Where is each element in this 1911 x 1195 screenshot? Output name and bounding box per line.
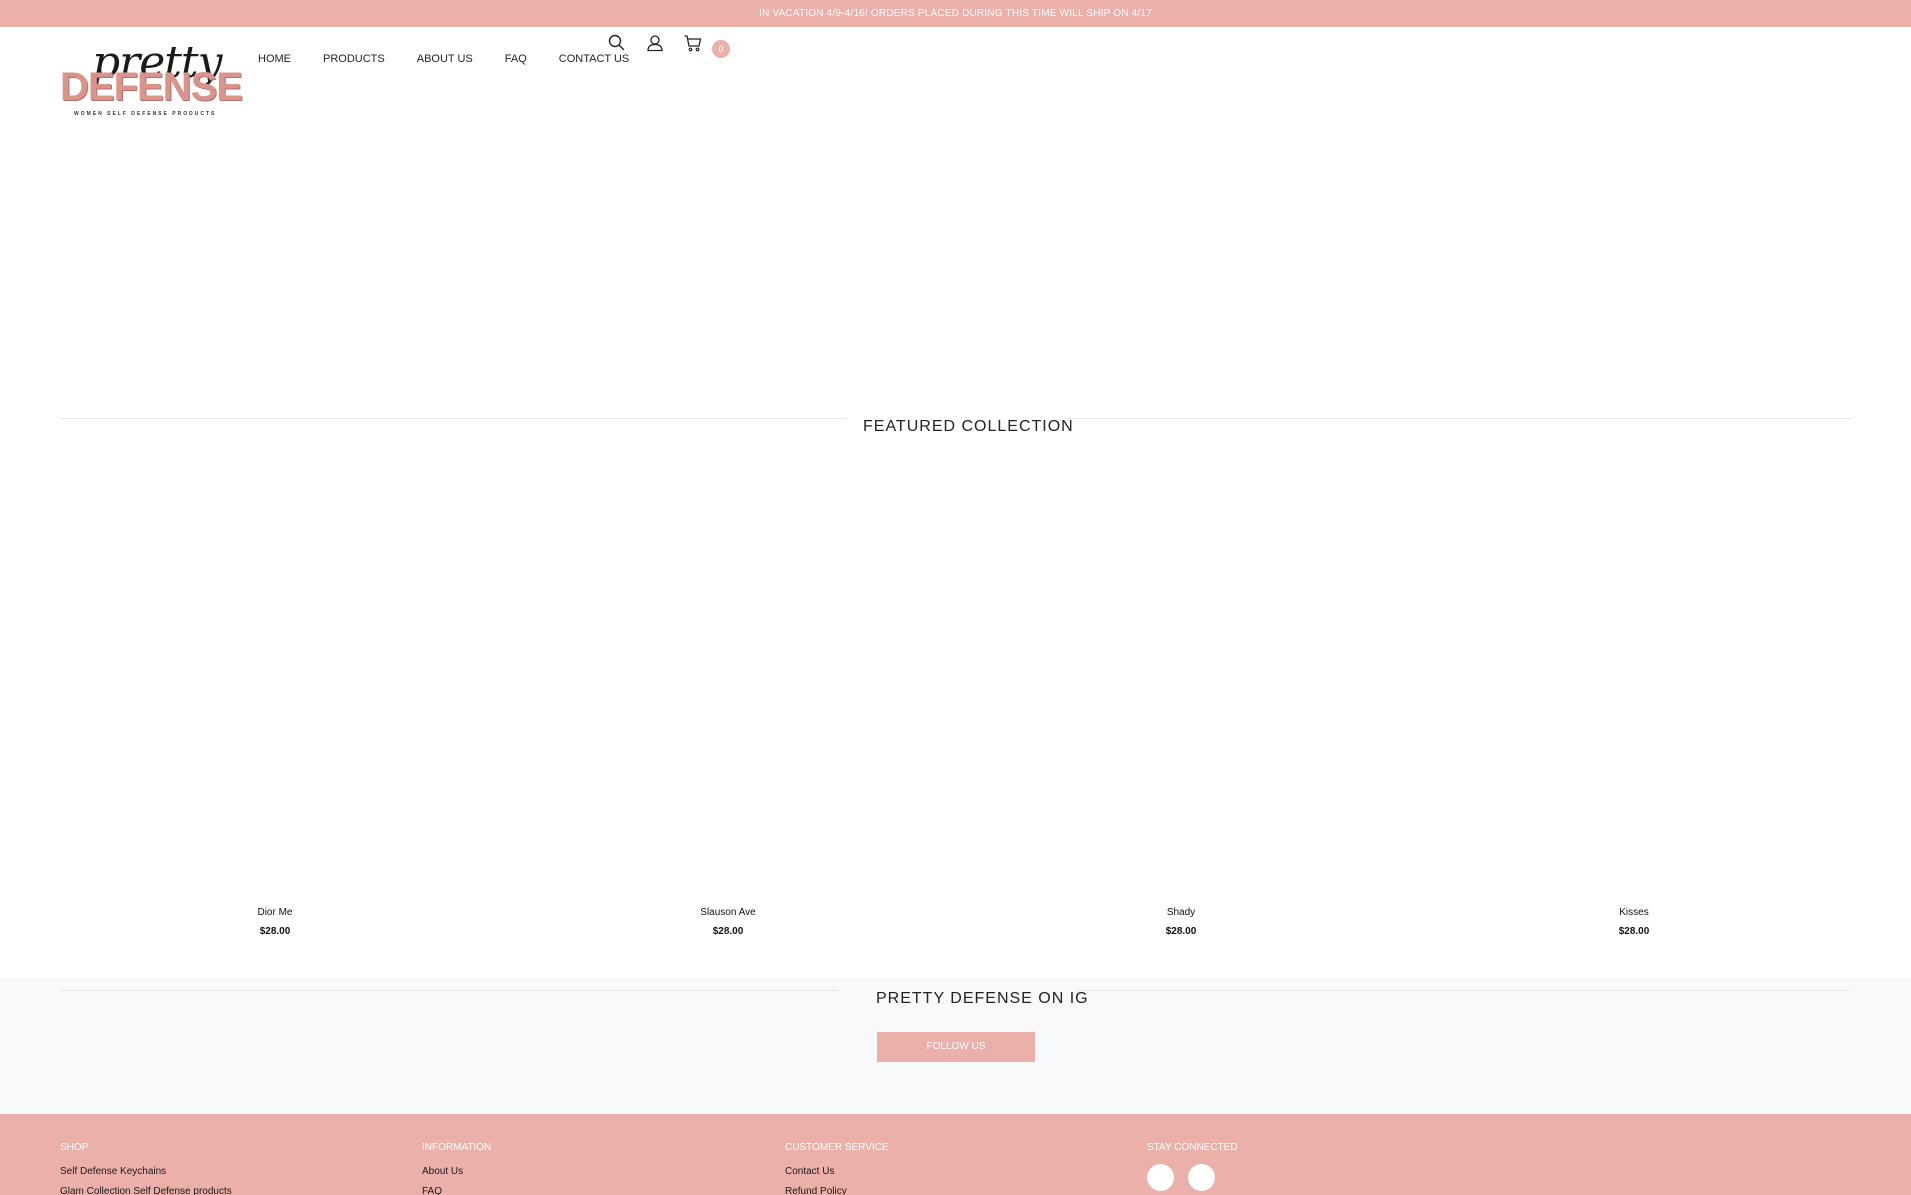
footer-shop-column: SHOP Self Defense Keychains Glam Collect…: [60, 1142, 390, 1195]
footer-customer-service-column: CUSTOMER SERVICE Contact Us Refund Polic…: [785, 1142, 1115, 1195]
search-icon[interactable]: [607, 33, 627, 53]
product-price: $28.00: [1618, 926, 1650, 937]
social-icon[interactable]: [1147, 1164, 1174, 1191]
ig-divider-right: [1076, 990, 1850, 991]
social-icon[interactable]: [1188, 1164, 1215, 1191]
footer-link[interactable]: FAQ: [422, 1182, 752, 1195]
site-footer: SHOP Self Defense Keychains Glam Collect…: [0, 1114, 1911, 1195]
product-name[interactable]: Shady: [1081, 906, 1281, 920]
instagram-title: PRETTY DEFENSE ON IG: [876, 990, 1089, 1007]
footer-heading: SHOP: [60, 1142, 89, 1153]
footer-information-column: INFORMATION About Us FAQ: [422, 1142, 752, 1195]
footer-link[interactable]: About Us: [422, 1162, 752, 1182]
nav-item-about-us[interactable]: ABOUT US: [417, 49, 473, 69]
product-card[interactable]: Dior Me $28.00: [175, 906, 375, 939]
footer-stay-connected-column: STAY CONNECTED: [1147, 1142, 1477, 1195]
site-header: pretty DEFENSE WOMEN SELF DEFENSE PRODUC…: [0, 27, 1911, 122]
main-nav: HOME PRODUCTS ABOUT US FAQ CONTACT US: [258, 49, 661, 69]
nav-item-faq[interactable]: FAQ: [505, 49, 527, 69]
featured-divider-left: [60, 418, 846, 419]
cart-icon[interactable]: [683, 33, 703, 53]
announcement-text: IN VACATION 4/9-4/16! ORDERS PLACED DURI…: [759, 8, 1152, 19]
footer-link[interactable]: Self Defense Keychains: [60, 1162, 390, 1182]
product-name[interactable]: Dior Me: [175, 906, 375, 920]
nav-item-products[interactable]: PRODUCTS: [323, 49, 385, 69]
product-name[interactable]: Kisses: [1534, 906, 1734, 920]
logo-block-text: DEFENSE: [60, 65, 243, 109]
instagram-section: PRETTY DEFENSE ON IG FOLLOW US: [0, 978, 1911, 1114]
announcement-bar: IN VACATION 4/9-4/16! ORDERS PLACED DURI…: [0, 0, 1911, 27]
product-card[interactable]: Slauson Ave $28.00: [628, 906, 828, 939]
footer-link[interactable]: Contact Us: [785, 1162, 1115, 1182]
footer-heading: STAY CONNECTED: [1147, 1142, 1238, 1153]
cart-count-badge[interactable]: 0: [712, 40, 730, 58]
product-name[interactable]: Slauson Ave: [628, 906, 828, 920]
footer-heading: CUSTOMER SERVICE: [785, 1142, 889, 1153]
product-card[interactable]: Shady $28.00: [1081, 906, 1281, 939]
logo-tagline: WOMEN SELF DEFENSE PRODUCTS: [74, 111, 217, 117]
footer-heading: INFORMATION: [422, 1142, 492, 1153]
nav-item-home[interactable]: HOME: [258, 49, 291, 69]
brand-logo[interactable]: pretty DEFENSE WOMEN SELF DEFENSE PRODUC…: [60, 37, 243, 118]
product-price: $28.00: [1165, 926, 1197, 937]
product-price: $28.00: [712, 926, 744, 937]
user-icon[interactable]: [645, 33, 665, 53]
featured-divider-right: [1066, 418, 1852, 419]
footer-link[interactable]: Refund Policy: [785, 1182, 1115, 1195]
featured-collection-title: FEATURED COLLECTION: [863, 418, 1074, 435]
product-price: $28.00: [259, 926, 291, 937]
ig-divider-left: [60, 990, 838, 991]
follow-us-button[interactable]: FOLLOW US: [877, 1032, 1035, 1062]
footer-link[interactable]: Glam Collection Self Defense products: [60, 1182, 390, 1195]
product-card[interactable]: Kisses $28.00: [1534, 906, 1734, 939]
